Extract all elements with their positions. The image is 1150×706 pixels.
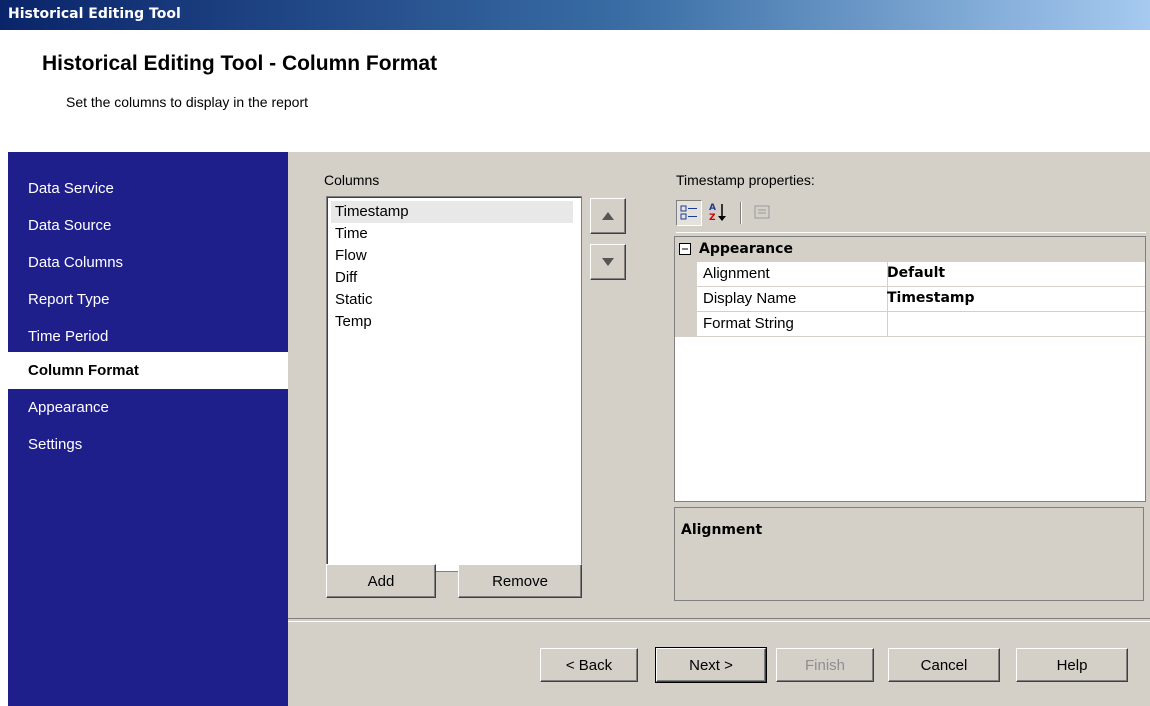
property-name: Alignment xyxy=(703,265,770,282)
remove-column-button[interactable]: Remove xyxy=(458,564,582,598)
arrow-up-icon xyxy=(602,211,614,220)
sidebar-item-data-columns[interactable]: Data Columns xyxy=(8,244,288,281)
collapse-icon[interactable] xyxy=(679,243,691,255)
window-titlebar: Historical Editing Tool xyxy=(0,0,1150,30)
sidebar-item-time-period[interactable]: Time Period xyxy=(8,318,288,355)
property-row-alignment[interactable]: Alignment Default xyxy=(675,262,1145,287)
category-row-appearance[interactable]: Appearance xyxy=(675,237,1145,262)
category-label: Appearance xyxy=(699,241,793,257)
row-gutter xyxy=(675,312,697,336)
property-value[interactable]: Timestamp xyxy=(887,290,975,306)
footer-separator xyxy=(288,618,1150,622)
wizard-steps-sidebar: Data Service Data Source Data Columns Re… xyxy=(8,152,288,706)
property-row-format-string[interactable]: Format String xyxy=(675,312,1145,337)
properties-label: Timestamp properties: xyxy=(676,172,815,188)
page-title: Historical Editing Tool - Column Format xyxy=(42,52,438,75)
help-button[interactable]: Help xyxy=(1016,648,1128,682)
properties-toolbar: A Z xyxy=(676,196,1146,233)
categorized-icon[interactable] xyxy=(676,200,702,226)
cancel-button[interactable]: Cancel xyxy=(888,648,1000,682)
column-divider xyxy=(887,312,888,336)
sidebar-item-report-type[interactable]: Report Type xyxy=(8,281,288,318)
property-pages-icon[interactable] xyxy=(750,200,776,226)
list-item[interactable]: Time xyxy=(327,223,581,245)
property-name: Display Name xyxy=(703,290,797,307)
wizard-header: Historical Editing Tool - Column Format … xyxy=(0,30,1150,152)
row-gutter xyxy=(675,287,697,311)
next-button[interactable]: Next > xyxy=(655,647,767,683)
arrow-down-icon xyxy=(602,257,614,266)
alphabetical-icon[interactable]: A Z xyxy=(706,200,732,226)
wizard-content: Columns Timestamp Time Flow Diff Static … xyxy=(288,152,1150,706)
sidebar-item-data-source[interactable]: Data Source xyxy=(8,207,288,244)
list-item[interactable]: Static xyxy=(327,289,581,311)
toolbar-divider xyxy=(740,202,742,224)
property-name: Format String xyxy=(703,315,794,332)
list-item[interactable]: Temp xyxy=(327,311,581,333)
row-gutter xyxy=(675,262,697,286)
move-down-button[interactable] xyxy=(590,244,626,280)
property-row-display-name[interactable]: Display Name Timestamp xyxy=(675,287,1145,312)
add-column-button[interactable]: Add xyxy=(326,564,436,598)
columns-label: Columns xyxy=(324,172,380,188)
move-up-button[interactable] xyxy=(590,198,626,234)
svg-text:A: A xyxy=(709,203,716,213)
list-item[interactable]: Flow xyxy=(327,245,581,267)
columns-listbox[interactable]: Timestamp Time Flow Diff Static Temp xyxy=(326,196,582,572)
svg-text:Z: Z xyxy=(709,213,716,223)
sidebar-item-settings[interactable]: Settings xyxy=(8,426,288,463)
back-button[interactable]: < Back xyxy=(540,648,638,682)
window-title: Historical Editing Tool xyxy=(8,6,181,22)
sidebar-item-data-service[interactable]: Data Service xyxy=(8,170,288,207)
sidebar-item-appearance[interactable]: Appearance xyxy=(8,389,288,426)
property-description-pane: Alignment xyxy=(674,507,1144,601)
description-title: Alignment xyxy=(681,522,763,538)
property-value[interactable]: Default xyxy=(887,265,945,281)
finish-button[interactable]: Finish xyxy=(776,648,874,682)
sidebar-item-column-format[interactable]: Column Format xyxy=(8,352,288,389)
list-item[interactable]: Diff xyxy=(327,267,581,289)
property-grid: Appearance Alignment Default Display Nam… xyxy=(674,236,1146,502)
page-subtitle: Set the columns to display in the report xyxy=(66,94,309,110)
list-item[interactable]: Timestamp xyxy=(331,201,573,223)
